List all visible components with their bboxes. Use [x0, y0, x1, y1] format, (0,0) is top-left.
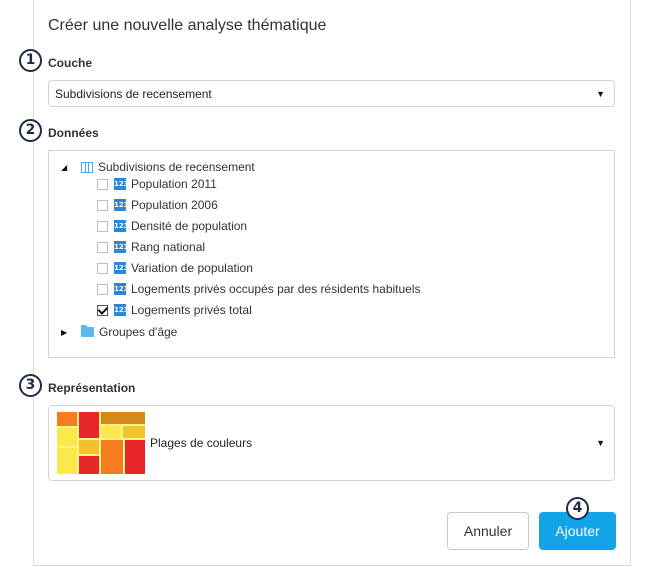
tree-item-label: Population 2006 — [131, 198, 218, 212]
tree-item-label: Logements privés total — [131, 303, 252, 317]
chevron-down-icon: ▼ — [596, 438, 605, 448]
tree-item-population-2011[interactable]: 123 Population 2011 — [97, 175, 217, 193]
color-ranges-thumbnail-icon — [57, 412, 145, 474]
checkbox[interactable] — [97, 283, 108, 295]
number-field-icon: 123 — [114, 241, 129, 253]
couche-label: Couche — [48, 56, 93, 70]
representation-label: Représentation — [48, 381, 136, 395]
number-field-icon: 123 — [114, 220, 129, 232]
number-field-icon: 123 — [114, 304, 129, 316]
tree-item-label: Rang national — [131, 240, 206, 254]
tree-item-rang-national[interactable]: 123 Rang national — [97, 238, 205, 256]
step-badge-2: 2 — [19, 119, 42, 142]
step-badge-3: 3 — [19, 374, 42, 397]
checkbox-checked[interactable] — [97, 304, 108, 316]
tree-item-variation[interactable]: 123 Variation de population — [97, 259, 253, 277]
tree-item-population-2006[interactable]: 123 Population 2006 — [97, 196, 218, 214]
number-field-icon: 123 — [114, 283, 129, 295]
checkbox[interactable] — [97, 178, 108, 190]
table-icon — [81, 161, 93, 173]
tree-item-logements-total[interactable]: 123 Logements privés total — [97, 301, 252, 319]
tree-item-logements-occupes[interactable]: 123 Logements privés occupés par des rés… — [97, 280, 421, 298]
tree-item-label: Densité de population — [131, 219, 248, 233]
donnees-label: Données — [48, 126, 99, 140]
number-field-icon: 123 — [114, 178, 129, 190]
representation-selected-value: Plages de couleurs — [150, 436, 253, 450]
number-field-icon: 123 — [114, 199, 129, 211]
couche-select[interactable]: Subdivisions de recensement ▼ — [48, 80, 615, 107]
cancel-button[interactable]: Annuler — [447, 512, 529, 550]
tree-item-label: Population 2011 — [131, 177, 217, 191]
tree-root-node[interactable]: ◢ Subdivisions de recensement — [61, 158, 255, 176]
chevron-down-icon: ▼ — [596, 89, 605, 99]
number-field-icon: 123 — [114, 262, 129, 274]
step-badge-4: 4 — [566, 497, 589, 520]
tree-item-densite[interactable]: 123 Densité de population — [97, 217, 247, 235]
tree-item-label: Variation de population — [131, 261, 253, 275]
tree-item-label: Logements privés occupés par des résiden… — [131, 282, 421, 296]
tree-root-label: Subdivisions de recensement — [98, 160, 255, 174]
checkbox[interactable] — [97, 220, 108, 232]
checkbox[interactable] — [97, 199, 108, 211]
collapse-triangle-icon[interactable]: ◢ — [61, 163, 73, 172]
checkbox[interactable] — [97, 262, 108, 274]
tree-group-node[interactable]: ▶ Groupes d'âge — [61, 323, 177, 341]
data-tree[interactable]: ◢ Subdivisions de recensement 123 Popula… — [48, 150, 615, 358]
folder-icon — [81, 325, 94, 337]
representation-select[interactable]: Plages de couleurs ▼ — [48, 405, 615, 481]
couche-selected-value: Subdivisions de recensement — [55, 87, 212, 101]
expand-triangle-icon[interactable]: ▶ — [61, 328, 73, 337]
tree-group-label: Groupes d'âge — [99, 325, 178, 339]
dialog-title: Créer une nouvelle analyse thématique — [48, 17, 327, 34]
checkbox[interactable] — [97, 241, 108, 253]
step-badge-1: 1 — [19, 49, 42, 72]
